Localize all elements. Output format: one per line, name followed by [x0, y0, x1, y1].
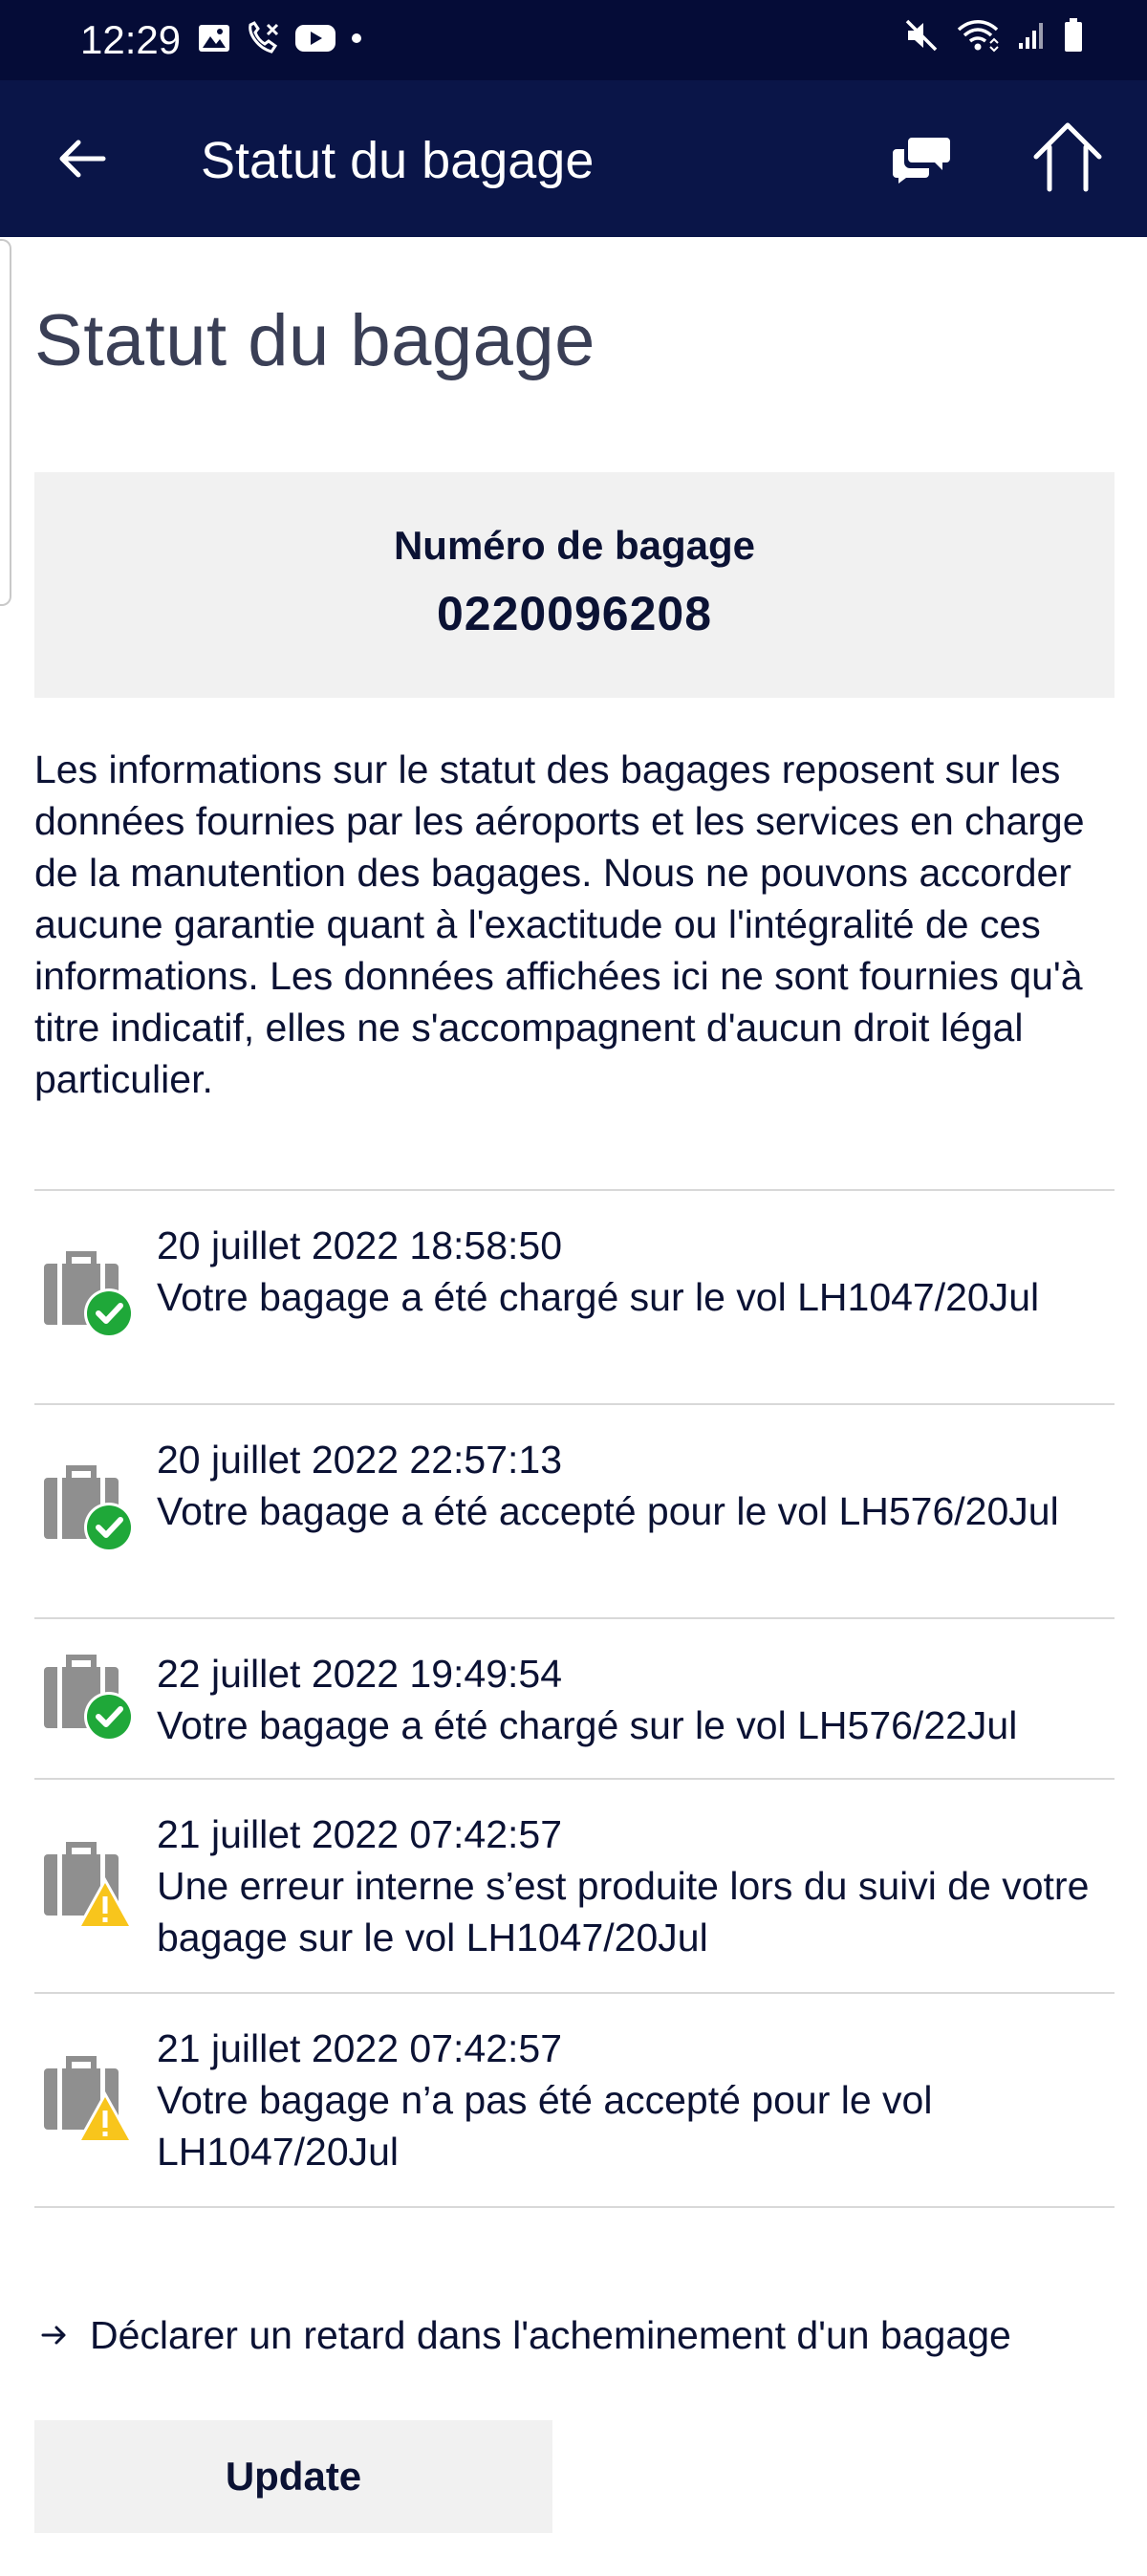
status-right-icons — [904, 17, 1084, 54]
mute-icon — [905, 19, 938, 52]
event-date: 22 juillet 2022 19:49:54 — [157, 1652, 563, 1696]
list-item: 21 juillet 2022 07:42:57 Votre bagage n’… — [34, 1994, 1115, 2206]
event-text: 21 juillet 2022 07:42:57 Une erreur inte… — [157, 1808, 1113, 1963]
suitcase-check-icon — [44, 1251, 134, 1338]
declare-delay-link-label: Déclarer un retard dans l'acheminement d… — [90, 2313, 1011, 2357]
chat-icon[interactable] — [891, 132, 952, 185]
suitcase-warning-icon — [44, 1842, 134, 1929]
back-arrow-icon[interactable] — [54, 130, 111, 187]
event-message: Une erreur interne s’est produite lors d… — [157, 1864, 1090, 1959]
image-icon — [199, 25, 229, 52]
event-text: 20 juillet 2022 18:58:50 Votre bagage a … — [157, 1220, 1113, 1323]
battery-icon — [1065, 18, 1082, 52]
arrow-right-icon — [41, 2326, 66, 2345]
status-time: 12:29 — [80, 17, 182, 62]
side-drawer-handle[interactable] — [0, 239, 11, 606]
baggage-number-value: 0220096208 — [436, 587, 713, 640]
app-bar: Statut du bagage — [0, 80, 1147, 237]
status-bar: 12:29 — [0, 0, 1147, 80]
update-button[interactable]: Update — [34, 2420, 552, 2533]
event-date: 20 juillet 2022 18:58:50 — [157, 1223, 563, 1267]
list-item: 20 juillet 2022 22:57:13 Votre bagage a … — [34, 1405, 1115, 1617]
dot-icon — [352, 33, 361, 43]
suitcase-warning-icon — [44, 2056, 134, 2143]
event-date: 21 juillet 2022 07:42:57 — [157, 1812, 563, 1856]
signal-icon — [1019, 23, 1043, 49]
event-date: 20 juillet 2022 22:57:13 — [157, 1438, 563, 1482]
list-item: 22 juillet 2022 19:49:54 Votre bagage a … — [34, 1619, 1115, 1778]
event-message: Votre bagage a été chargé sur le vol LH5… — [157, 1703, 1018, 1747]
page-title: Statut du bagage — [34, 300, 595, 381]
suitcase-check-icon — [44, 1465, 134, 1552]
disclaimer-text: Les informations sur le statut des bagag… — [34, 747, 1085, 1101]
baggage-number-label: Numéro de bagage — [393, 523, 756, 568]
wifi-icon — [957, 20, 999, 53]
baggage-event-list: 20 juillet 2022 18:58:50 Votre bagage a … — [34, 1189, 1115, 2208]
app-bar-title: Statut du bagage — [201, 132, 595, 189]
list-item: 21 juillet 2022 07:42:57 Une erreur inte… — [34, 1780, 1115, 1992]
suitcase-check-icon — [44, 1655, 134, 1742]
divider — [34, 2206, 1115, 2208]
event-text: 20 juillet 2022 22:57:13 Votre bagage a … — [157, 1434, 1113, 1537]
event-message: Votre bagage a été chargé sur le vol LH1… — [157, 1275, 1040, 1319]
call-missed-icon — [249, 21, 279, 54]
event-message: Votre bagage n’a pas été accepté pour le… — [157, 2078, 933, 2174]
event-text: 21 juillet 2022 07:42:57 Votre bagage n’… — [157, 2023, 1113, 2177]
list-item: 20 juillet 2022 18:58:50 Votre bagage a … — [34, 1191, 1115, 1403]
event-message: Votre bagage a été accepté pour le vol L… — [157, 1489, 1059, 1533]
status-left-icons — [197, 21, 363, 55]
youtube-icon — [295, 25, 335, 52]
event-text: 22 juillet 2022 19:49:54 Votre bagage a … — [157, 1648, 1122, 1751]
baggage-number-card: Numéro de bagage 0220096208 — [34, 472, 1115, 698]
declare-delay-link[interactable]: Déclarer un retard dans l'acheminement d… — [34, 2309, 1011, 2361]
event-date: 21 juillet 2022 07:42:57 — [157, 2026, 563, 2070]
home-icon[interactable] — [1030, 120, 1105, 193]
